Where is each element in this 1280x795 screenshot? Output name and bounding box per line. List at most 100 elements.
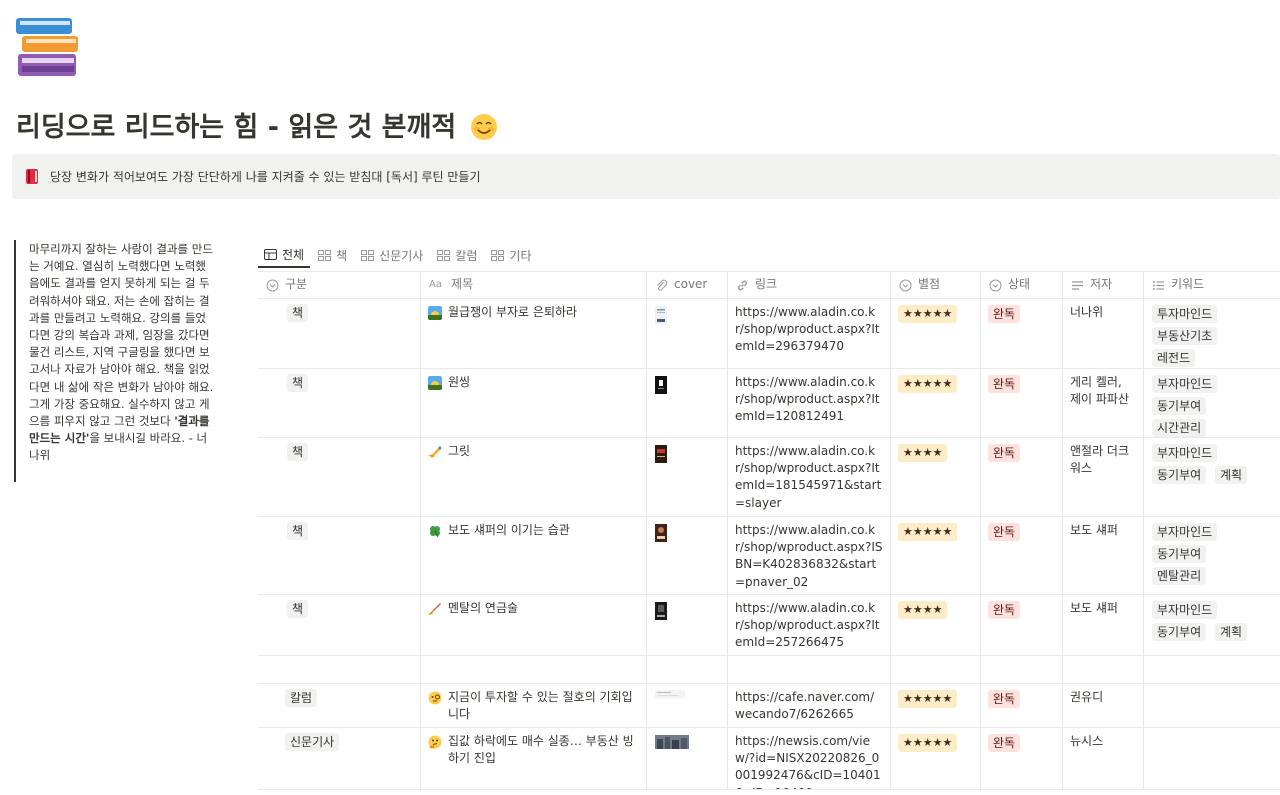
rating-cell[interactable]: ★★★★★ bbox=[891, 517, 981, 594]
table-row[interactable]: 책 보도 섀퍼의 이기는 습관 https://www.aladin.co.kr… bbox=[258, 517, 1280, 595]
author-cell[interactable]: 보도 섀퍼 bbox=[1063, 595, 1144, 655]
book-cover-thumbnail[interactable] bbox=[655, 376, 667, 394]
table-row[interactable]: 칼럼 지금이 투자할 수 있는 절호의 기회입니다 https://cafe.n… bbox=[258, 684, 1280, 728]
keywords-cell[interactable] bbox=[1144, 656, 1280, 683]
title-cell[interactable]: 원씽 bbox=[421, 369, 647, 437]
title-cell[interactable]: 보도 섀퍼의 이기는 습관 bbox=[421, 517, 647, 594]
table-row[interactable]: 책 원씽 https://www.aladin.co.kr/shop/wprod… bbox=[258, 369, 1280, 438]
category-cell[interactable]: 책 bbox=[258, 299, 421, 368]
rating-cell[interactable]: ★★★★ bbox=[891, 438, 981, 516]
table-row[interactable]: 책 월급쟁이 부자로 은퇴하라 https://www.aladin.co.kr… bbox=[258, 299, 1280, 369]
book-cover-thumbnail[interactable] bbox=[655, 524, 667, 542]
column-header-category[interactable]: 구분 bbox=[258, 272, 421, 298]
book-cover-thumbnail[interactable] bbox=[655, 602, 667, 620]
tab-all[interactable]: 전체 bbox=[258, 242, 311, 268]
news-photo-thumbnail[interactable] bbox=[655, 735, 689, 749]
title-cell[interactable] bbox=[421, 656, 647, 683]
link-cell[interactable]: https://www.aladin.co.kr/shop/wproduct.a… bbox=[728, 438, 891, 516]
table-row[interactable]: 책 그릿 https://www.aladin.co.kr/shop/wprod… bbox=[258, 438, 1280, 517]
status-cell[interactable]: 완독 bbox=[981, 438, 1063, 516]
keywords-cell[interactable]: 부자마인드 동기부여 시간관리 bbox=[1144, 369, 1280, 437]
title-text[interactable]: 그릿 bbox=[448, 443, 470, 511]
link-cell[interactable]: https://cafe.naver.com/wecando7/6262665 bbox=[728, 684, 891, 727]
cover-cell[interactable] bbox=[647, 595, 728, 655]
tab-etc[interactable]: 기타 bbox=[485, 242, 537, 268]
keywords-cell[interactable]: 부자마인드 동기부여 계획 bbox=[1144, 595, 1280, 655]
column-header-rating[interactable]: 별점 bbox=[891, 272, 981, 298]
keywords-cell[interactable]: 부자마인드 동기부여 계획 bbox=[1144, 438, 1280, 516]
category-cell[interactable]: 책 bbox=[258, 438, 421, 516]
tab-books[interactable]: 책 bbox=[312, 242, 353, 268]
author-cell[interactable]: 게리 켈러, 제이 파파산 bbox=[1063, 369, 1144, 437]
cover-cell[interactable] bbox=[647, 438, 728, 516]
rating-cell[interactable]: ★★★★★ bbox=[891, 369, 981, 437]
title-text[interactable]: 지금이 투자할 수 있는 절호의 기회입니다 bbox=[448, 689, 639, 722]
link-cell[interactable]: https://www.aladin.co.kr/shop/wproduct.a… bbox=[728, 595, 891, 655]
title-text[interactable]: 원씽 bbox=[448, 374, 470, 432]
status-cell[interactable] bbox=[981, 656, 1063, 683]
author-cell[interactable]: 너나위 bbox=[1063, 299, 1144, 368]
cover-cell[interactable] bbox=[647, 517, 728, 594]
keywords-cell[interactable] bbox=[1144, 684, 1280, 727]
rating-cell[interactable]: ★★★★ bbox=[891, 595, 981, 655]
status-cell[interactable]: 완독 bbox=[981, 595, 1063, 655]
column-header-title[interactable]: Aa 제목 bbox=[421, 272, 647, 298]
status-cell[interactable]: 완독 bbox=[981, 684, 1063, 727]
cover-cell[interactable] bbox=[647, 369, 728, 437]
link-cell[interactable]: https://www.aladin.co.kr/shop/wproduct.a… bbox=[728, 299, 891, 368]
title-text[interactable]: 멘탈의 연금술 bbox=[448, 600, 518, 650]
cover-cell[interactable] bbox=[647, 299, 728, 368]
books-icon[interactable] bbox=[14, 16, 80, 80]
keywords-cell[interactable]: 부자마인드 동기부여 멘탈관리 bbox=[1144, 517, 1280, 594]
tab-column[interactable]: 칼럼 bbox=[431, 242, 483, 268]
title-cell[interactable]: 멘탈의 연금술 bbox=[421, 595, 647, 655]
link-cell[interactable]: https://www.aladin.co.kr/shop/wproduct.a… bbox=[728, 517, 891, 594]
category-cell[interactable]: 책 bbox=[258, 595, 421, 655]
status-cell[interactable]: 완독 bbox=[981, 517, 1063, 594]
rating-cell[interactable] bbox=[891, 656, 981, 683]
title-cell[interactable]: 지금이 투자할 수 있는 절호의 기회입니다 bbox=[421, 684, 647, 727]
status-cell[interactable]: 완독 bbox=[981, 728, 1063, 789]
status-cell[interactable]: 완독 bbox=[981, 369, 1063, 437]
table-row-empty[interactable] bbox=[258, 656, 1280, 684]
keywords-cell[interactable] bbox=[1144, 728, 1280, 789]
column-header-keywords[interactable]: 키워드 bbox=[1144, 272, 1280, 298]
cover-cell[interactable] bbox=[647, 728, 728, 789]
title-cell[interactable]: 그릿 bbox=[421, 438, 647, 516]
table-row[interactable]: 신문기사 집값 하락에도 매수 실종… 부동산 빙하기 진입 https://n… bbox=[258, 728, 1280, 790]
category-cell[interactable]: 칼럼 bbox=[258, 684, 421, 727]
author-cell[interactable]: 뉴시스 bbox=[1063, 728, 1144, 789]
column-header-cover[interactable]: cover bbox=[647, 272, 728, 298]
tab-news[interactable]: 신문기사 bbox=[355, 242, 429, 268]
category-cell[interactable]: 신문기사 bbox=[258, 728, 421, 789]
category-cell[interactable] bbox=[258, 656, 421, 683]
title-cell[interactable]: 월급쟁이 부자로 은퇴하라 bbox=[421, 299, 647, 368]
category-cell[interactable]: 책 bbox=[258, 517, 421, 594]
link-cell[interactable] bbox=[728, 656, 891, 683]
keywords-cell[interactable]: 투자마인드 부동산기초 레전드 bbox=[1144, 299, 1280, 368]
cover-cell[interactable] bbox=[647, 684, 728, 727]
author-cell[interactable] bbox=[1063, 656, 1144, 683]
column-header-author[interactable]: 저자 bbox=[1063, 272, 1144, 298]
rating-cell[interactable]: ★★★★★ bbox=[891, 684, 981, 727]
title-text[interactable]: 월급쟁이 부자로 은퇴하라 bbox=[448, 304, 577, 363]
title-cell[interactable]: 집값 하락에도 매수 실종… 부동산 빙하기 진입 bbox=[421, 728, 647, 789]
title-text[interactable]: 보도 섀퍼의 이기는 습관 bbox=[448, 522, 570, 589]
cover-cell[interactable] bbox=[647, 656, 728, 683]
author-cell[interactable]: 권유디 bbox=[1063, 684, 1144, 727]
category-cell[interactable]: 책 bbox=[258, 369, 421, 437]
book-cover-thumbnail[interactable] bbox=[655, 306, 667, 324]
book-cover-thumbnail[interactable] bbox=[655, 445, 667, 463]
rating-cell[interactable]: ★★★★★ bbox=[891, 728, 981, 789]
status-cell[interactable]: 완독 bbox=[981, 299, 1063, 368]
column-header-status[interactable]: 상태 bbox=[981, 272, 1063, 298]
link-cell[interactable]: https://www.aladin.co.kr/shop/wproduct.a… bbox=[728, 369, 891, 437]
link-cell[interactable]: https://newsis.com/view/?id=NISX20220826… bbox=[728, 728, 891, 789]
author-cell[interactable]: 보도 섀퍼 bbox=[1063, 517, 1144, 594]
web-thumbnail[interactable] bbox=[655, 690, 685, 698]
table-row[interactable]: 책 멘탈의 연금술 https://www.aladin.co.kr/shop/… bbox=[258, 595, 1280, 656]
title-text[interactable]: 집값 하락에도 매수 실종… 부동산 빙하기 진입 bbox=[448, 733, 639, 784]
author-cell[interactable]: 앤절라 더크워스 bbox=[1063, 438, 1144, 516]
column-header-link[interactable]: 링크 bbox=[728, 272, 891, 298]
rating-cell[interactable]: ★★★★★ bbox=[891, 299, 981, 368]
